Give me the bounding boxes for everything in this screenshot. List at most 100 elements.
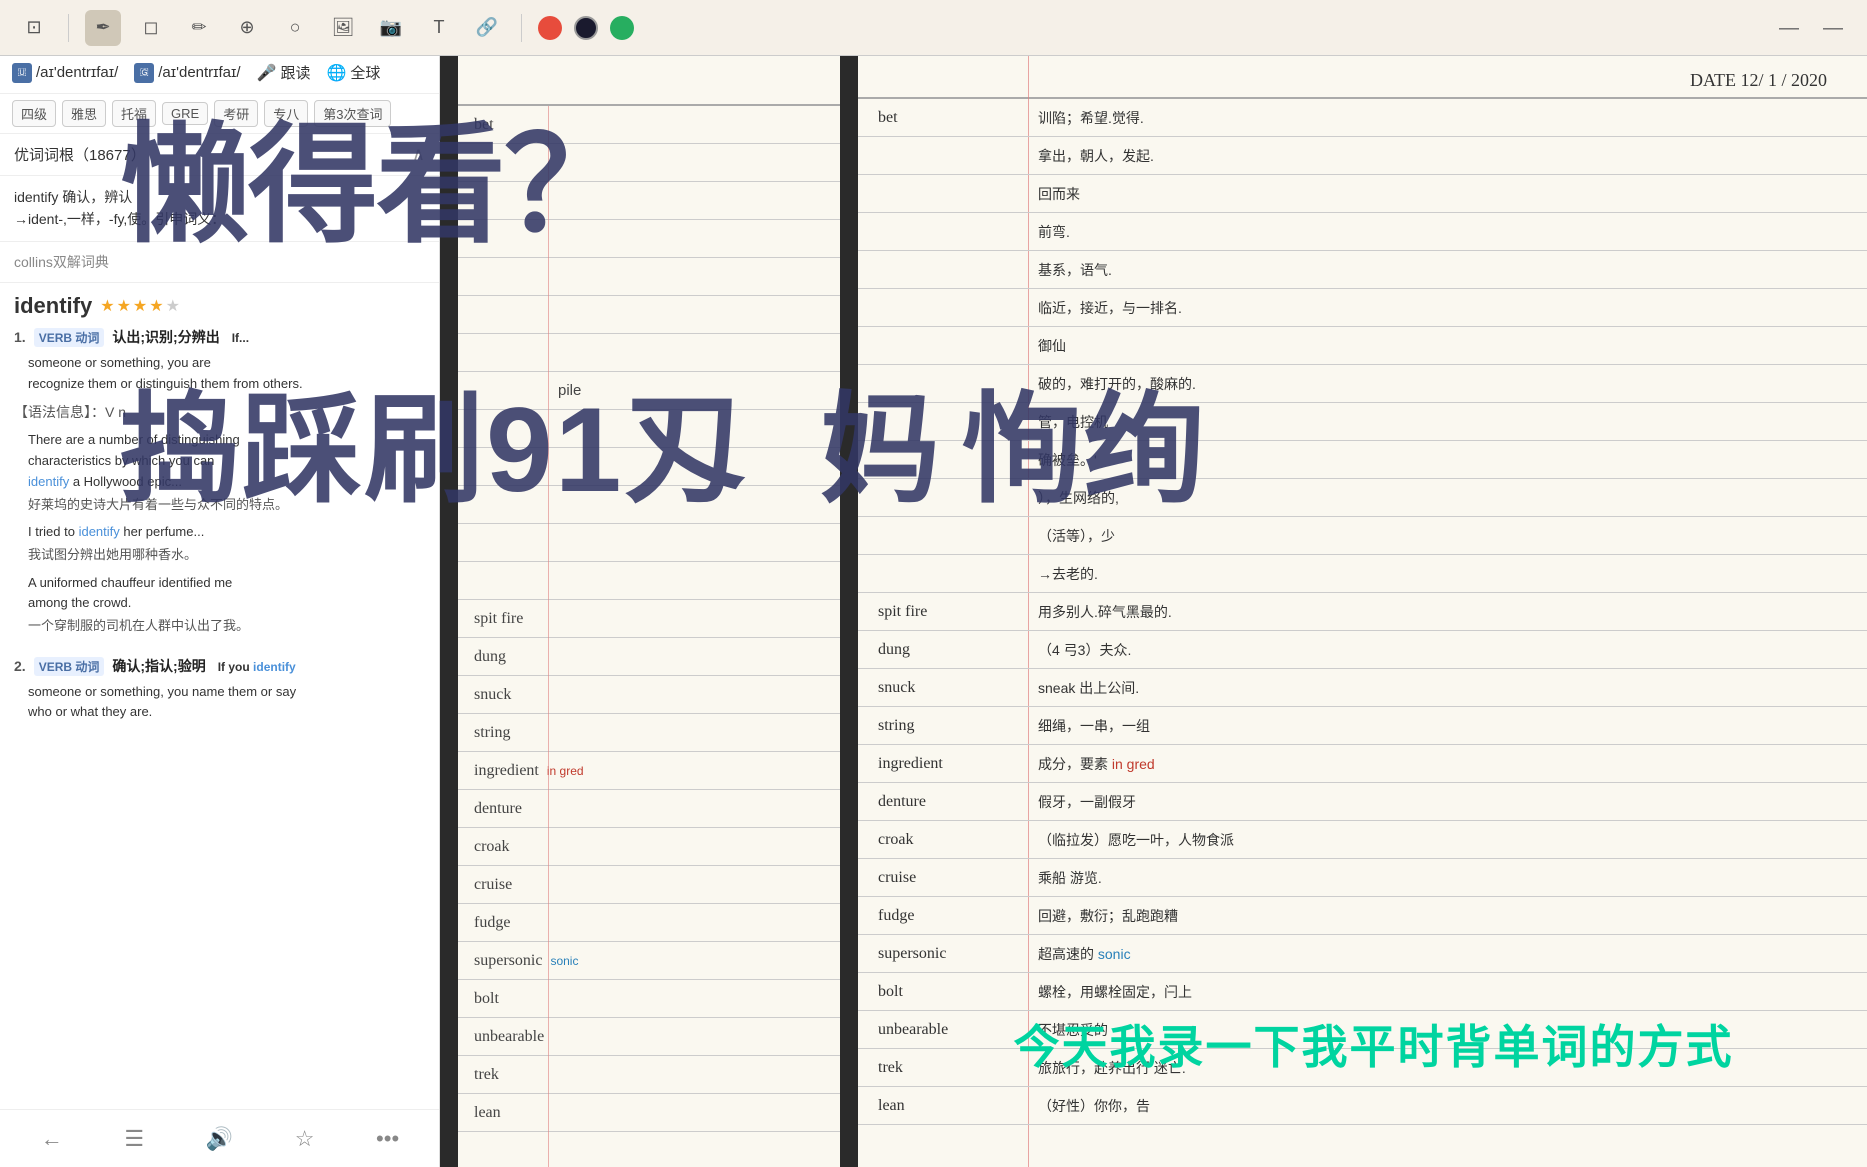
def-2-num: 2. xyxy=(14,658,26,674)
nb-r-string: string 细绳，一串，一组 xyxy=(858,707,1867,745)
nb-r-meaning-bet: 训陷；希望.觉得. xyxy=(1038,108,1144,128)
nb-r-meaning-bolt: 螺栓，用螺栓固定，闩上 xyxy=(1038,982,1192,1002)
nb-r-line-13: →去老的. xyxy=(858,555,1867,593)
speaker-button[interactable]: 🔊 xyxy=(206,1126,233,1152)
word-stars[interactable]: ★ ★ ★ ★ ★ xyxy=(100,296,180,316)
notebook-left-top xyxy=(458,56,840,106)
lean-word: lean xyxy=(474,1104,501,1122)
us-flag-icon: 🇺 xyxy=(12,63,32,83)
nb-r-meaning-spitfire: 用多别人.碎气黑最的. xyxy=(1038,602,1172,622)
tool-lasso[interactable]: ⊕ xyxy=(229,10,265,46)
word-star-5[interactable]: ★ xyxy=(166,296,180,316)
tool-link[interactable]: 🔗 xyxy=(469,10,505,46)
nb-r-bolt: bolt 螺栓，用螺栓固定，闩上 xyxy=(858,973,1867,1011)
tag-ielts[interactable]: 雅思 xyxy=(62,100,106,127)
example-3-cn: 一个穿制服的司机在人群中认出了我。 xyxy=(14,616,425,642)
nb-r-line-2: 拿出，朝人，发起. xyxy=(858,137,1867,175)
nb-r-word-spitfire: spit fire xyxy=(878,603,927,621)
favorite-button[interactable]: ☆ xyxy=(295,1126,315,1152)
nb-r-line-5: 基系，语气. xyxy=(858,251,1867,289)
nb-left-line-12 xyxy=(458,524,840,562)
nb-r-croak: croak （临拉发）愿吃一叶，人物食派 xyxy=(858,821,1867,859)
word-star-2[interactable]: ★ xyxy=(117,296,131,316)
nb-r-supersonic: supersonic 超高速的 sonic xyxy=(858,935,1867,973)
nb-r-word-dung: dung xyxy=(878,641,910,659)
nb-r-meaning-lean: （好性）你你，告 xyxy=(1038,1096,1150,1116)
nb-left-snuck: snuck xyxy=(458,676,840,714)
nb-r-line-12: （活等），少 xyxy=(858,517,1867,555)
nb-left-line-6 xyxy=(458,296,840,334)
def-2-pos: VERB 动词 xyxy=(34,657,105,676)
list-button[interactable]: ☰ xyxy=(124,1126,144,1152)
supersonic-note: sonic xyxy=(550,954,578,968)
close-button[interactable]: — xyxy=(1815,10,1851,46)
supersonic-word: supersonic xyxy=(474,952,542,970)
tag-cet4[interactable]: 四级 xyxy=(12,100,56,127)
nb-left-line-13 xyxy=(458,562,840,600)
def-2-desc: someone or something, you name them or s… xyxy=(14,680,425,726)
color-red[interactable] xyxy=(538,16,562,40)
def-1-cn: 认出;识别;分辨出 xyxy=(112,327,219,347)
phonetic-bar: 🇺 /aɪ'dentrɪfaɪ/ 🇬 /aɪ'dentrɪfaɪ/ 🎤 跟读 🌐… xyxy=(0,52,439,94)
follow-read[interactable]: 🎤 跟读 xyxy=(257,62,311,83)
nb-r-line-6: 临近，接近，与一排名. xyxy=(858,289,1867,327)
bottom-subtitle: 今天我录一下我平时背单词的方式 xyxy=(440,1011,1867,1077)
def-1-en-short: If... xyxy=(232,331,249,345)
nb-r-meaning-3: 回而来 xyxy=(1038,184,1080,204)
nb-left-lean: lean xyxy=(458,1094,840,1132)
nb-r-word-fudge: fudge xyxy=(878,907,914,925)
def-2-en-short: If you identify xyxy=(218,660,296,674)
tool-pencil[interactable]: ✏ xyxy=(181,10,217,46)
nb-left-line-5 xyxy=(458,258,840,296)
bolt-word: bolt xyxy=(474,990,499,1008)
tool-pen[interactable]: ✒ xyxy=(85,10,121,46)
word-star-1[interactable]: ★ xyxy=(100,296,114,316)
notebook-date: DATE 12/ 1 / 2020 xyxy=(858,56,1867,99)
ingredient-word: ingredient xyxy=(474,762,539,780)
nb-r-meaning-ingredient: 成分，要素 in gred xyxy=(1038,754,1155,774)
word-star-4[interactable]: ★ xyxy=(149,296,163,316)
overlay-top-text: 懒得看？ xyxy=(120,120,632,250)
nb-r-meaning-6: 临近，接近，与一排名. xyxy=(1038,298,1182,318)
nb-left-supersonic: supersonic sonic xyxy=(458,942,840,980)
nb-r-meaning-snuck: sneak 出上公间. xyxy=(1038,678,1139,698)
uk-phonetic-text: /aɪ'dentrɪfaɪ/ xyxy=(158,64,240,81)
snuck-word: snuck xyxy=(474,686,511,704)
global-read[interactable]: 🌐 全球 xyxy=(326,62,380,83)
nb-r-cruise: cruise 乘船 游览. xyxy=(858,859,1867,897)
tool-camera[interactable]: 📷 xyxy=(373,10,409,46)
supersonic-blue-note: sonic xyxy=(1098,946,1131,962)
def-1-header: 1. VERB 动词 认出;识别;分辨出 If... xyxy=(14,327,425,347)
nb-r-meaning-4: 前弯. xyxy=(1038,222,1070,242)
tool-image[interactable]: 🖼 xyxy=(325,10,361,46)
word-star-3[interactable]: ★ xyxy=(133,296,147,316)
minimize-button[interactable]: — xyxy=(1771,10,1807,46)
color-green[interactable] xyxy=(610,16,634,40)
back-button[interactable]: ← xyxy=(41,1126,63,1152)
collins-title: collins双解词典 xyxy=(14,254,109,270)
nb-r-denture: denture 假牙，一副假牙 xyxy=(858,783,1867,821)
nb-left-string: string xyxy=(458,714,840,752)
mic-icon: 🎤 xyxy=(257,63,277,83)
nb-left-croak: croak xyxy=(458,828,840,866)
tool-text[interactable]: T xyxy=(421,10,457,46)
fudge-word: fudge xyxy=(474,914,510,932)
denture-word: denture xyxy=(474,800,522,818)
overlay-bottom-text: 捣踩刷91刄 xyxy=(120,390,745,510)
tool-select[interactable]: ⊡ xyxy=(16,10,52,46)
word-title: identify xyxy=(14,293,92,319)
identify-highlight-1: identify xyxy=(28,474,69,489)
nb-r-meaning-dung: （4 弓3）夫众. xyxy=(1038,640,1131,660)
nb-r-meaning-fudge: 回避，敷衍；乱跑跑糟 xyxy=(1038,906,1178,926)
color-black[interactable] xyxy=(574,16,598,40)
more-button[interactable]: ••• xyxy=(376,1126,399,1152)
nb-r-line-7: 御仙 xyxy=(858,327,1867,365)
nb-r-meaning-7: 御仙 xyxy=(1038,336,1066,356)
nb-r-meaning-supersonic: 超高速的 sonic xyxy=(1038,944,1131,964)
uk-flag-icon: 🇬 xyxy=(134,63,154,83)
nb-left-line-7 xyxy=(458,334,840,372)
tool-eraser[interactable]: ◻ xyxy=(133,10,169,46)
tool-sep-1 xyxy=(68,14,69,42)
nb-r-line-3: 回而来 xyxy=(858,175,1867,213)
tool-shape[interactable]: ○ xyxy=(277,10,313,46)
